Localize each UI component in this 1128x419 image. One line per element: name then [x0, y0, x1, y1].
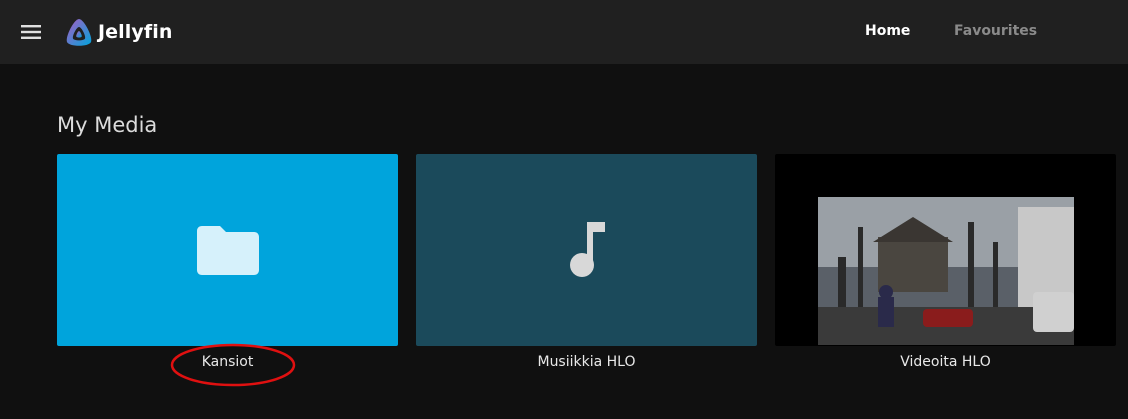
library-label-videoita[interactable]: Videoita HLO [775, 354, 1116, 370]
folder-icon [196, 226, 259, 275]
tab-favourites[interactable]: Favourites [954, 23, 1037, 39]
card-icon-wrap [57, 154, 398, 346]
music-note-icon [569, 222, 605, 277]
menu-button[interactable] [16, 18, 46, 46]
hamburger-menu-icon [21, 25, 41, 39]
video-thumbnail [818, 197, 1074, 345]
app-header: Jellyfin Home Favourites [0, 0, 1128, 64]
library-card-kansiot[interactable] [57, 154, 398, 346]
card-icon-wrap [416, 154, 757, 346]
library-card-musiikkia[interactable] [416, 154, 757, 346]
jellyfin-logo-icon [66, 19, 92, 46]
tab-home[interactable]: Home [865, 23, 910, 39]
app-name: Jellyfin [98, 21, 173, 43]
app-logo[interactable]: Jellyfin [64, 17, 172, 47]
library-card-videoita[interactable] [775, 154, 1116, 346]
section-title: My Media [57, 113, 158, 137]
library-label-musiikkia[interactable]: Musiikkia HLO [416, 354, 757, 370]
library-label-kansiot[interactable]: Kansiot [57, 354, 398, 370]
